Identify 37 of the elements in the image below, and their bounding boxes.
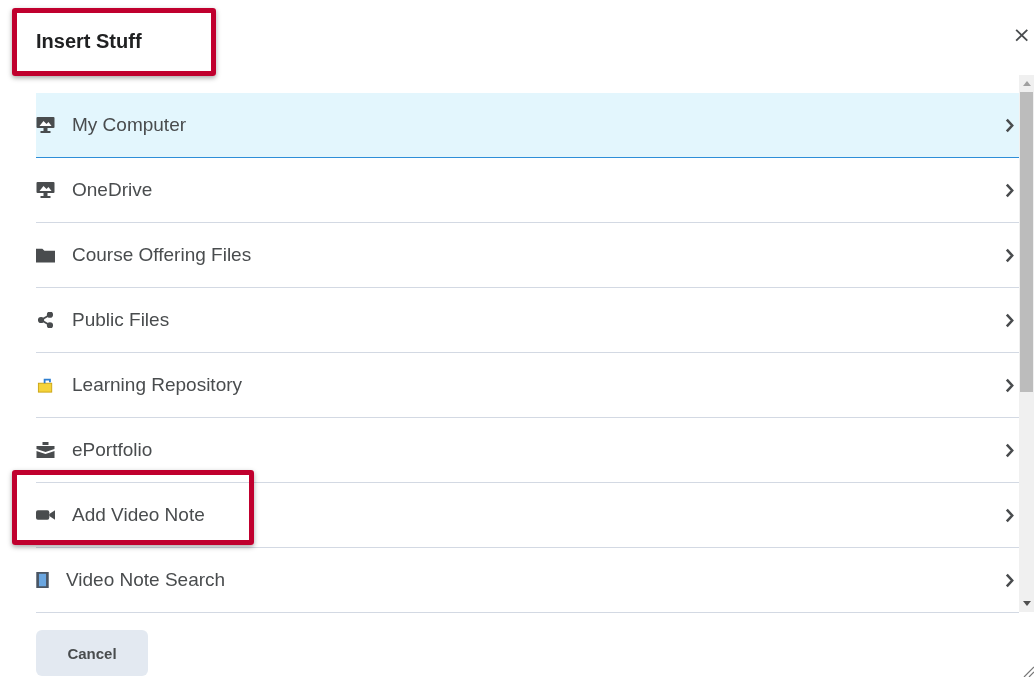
list-item[interactable]: My Computer	[36, 93, 1019, 158]
list-item[interactable]: Learning Repository	[36, 353, 1019, 418]
briefcase-icon	[36, 442, 55, 458]
list-item[interactable]: Video Note Search	[36, 548, 1019, 613]
item-label: My Computer	[72, 114, 188, 136]
folder-icon	[36, 377, 55, 393]
chevron-right-icon	[1005, 182, 1014, 198]
item-label: ePortfolio	[72, 439, 154, 461]
cancel-button[interactable]: Cancel	[36, 630, 148, 676]
share-icon	[36, 312, 55, 328]
list-item[interactable]: Public Files	[36, 288, 1019, 353]
item-label: Video Note Search	[66, 569, 227, 591]
chevron-right-icon	[1005, 572, 1014, 588]
list-item[interactable]: ePortfolio	[36, 418, 1019, 483]
chevron-right-icon	[1005, 312, 1014, 328]
item-label: Public Files	[72, 309, 171, 331]
monitor-icon	[36, 117, 55, 133]
folder-icon	[36, 247, 55, 263]
item-label: Learning Repository	[72, 374, 244, 396]
film-icon	[36, 572, 49, 588]
item-label: Add Video Note	[72, 504, 206, 526]
dialog-title: Insert Stuff	[36, 30, 142, 53]
list-item[interactable]: Add Video Note	[36, 483, 1019, 548]
chevron-right-icon	[1005, 247, 1014, 263]
item-label: OneDrive	[72, 179, 154, 201]
monitor-icon	[36, 182, 55, 198]
chevron-right-icon	[1005, 117, 1014, 133]
list-item[interactable]: Course Offering Files	[36, 223, 1019, 288]
chevron-right-icon	[1005, 377, 1014, 393]
item-label: Course Offering Files	[72, 244, 253, 266]
chevron-right-icon	[1005, 442, 1014, 458]
scrollbar[interactable]	[1019, 75, 1034, 612]
list-item[interactable]: OneDrive	[36, 158, 1019, 223]
chevron-right-icon	[1005, 507, 1014, 523]
close-button[interactable]: ×	[1012, 22, 1031, 47]
resize-grip-icon[interactable]	[1022, 665, 1034, 677]
video-camera-icon	[36, 507, 55, 523]
